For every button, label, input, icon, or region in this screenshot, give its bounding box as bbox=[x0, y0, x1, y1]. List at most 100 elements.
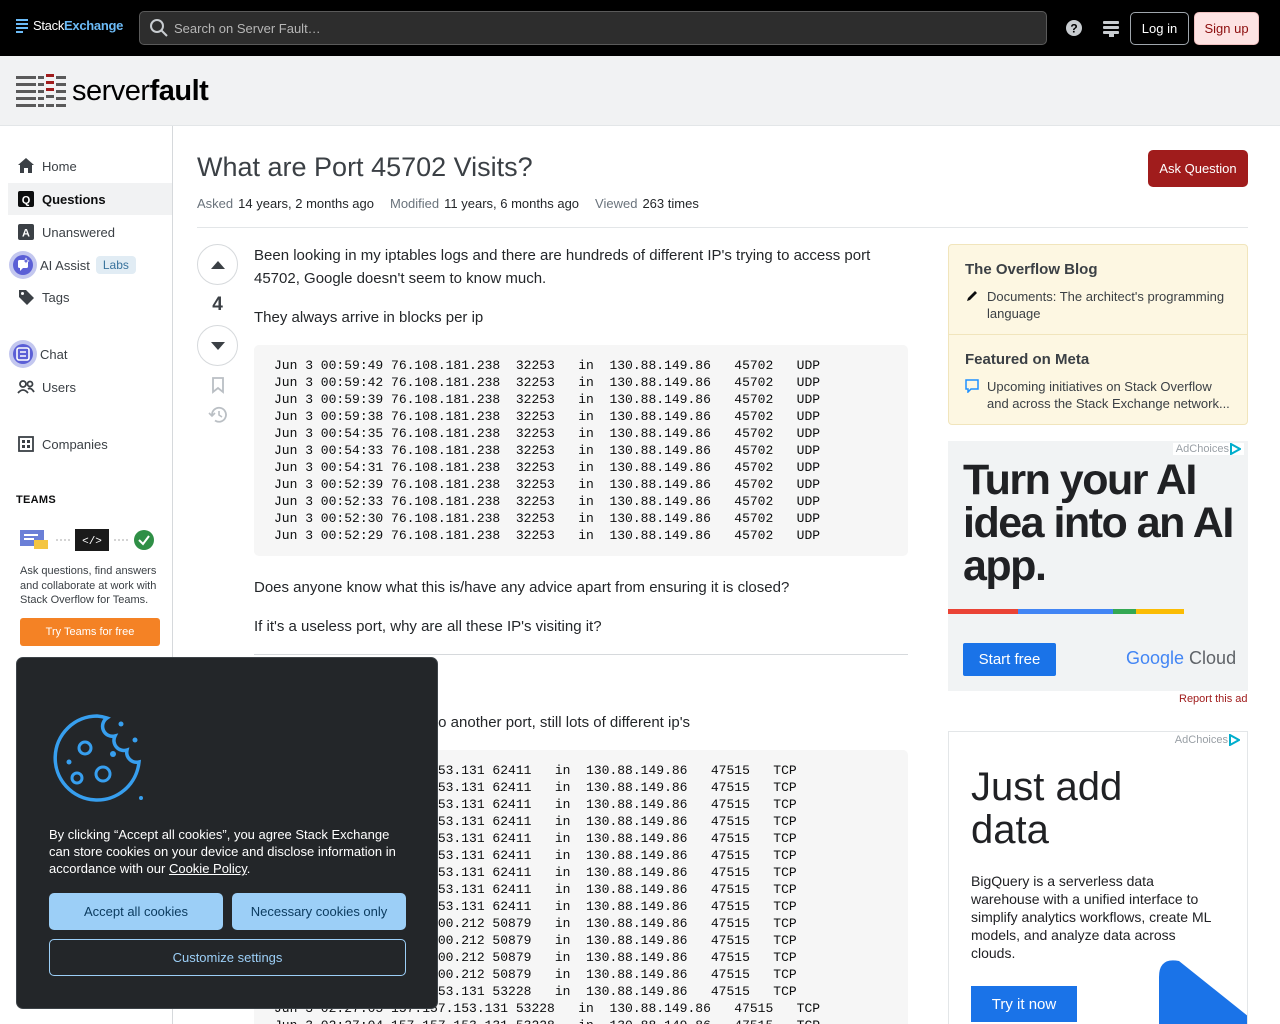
cloud-wordmark: Cloud bbox=[1184, 648, 1237, 668]
bigquery-ad[interactable]: AdChoices Just add data BigQuery is a se… bbox=[948, 731, 1248, 1024]
nav-unanswered-label: Unanswered bbox=[42, 224, 115, 240]
featured-meta-section: Featured on Meta Upcoming initiatives on… bbox=[949, 334, 1247, 424]
vote-count: 4 bbox=[212, 294, 223, 315]
necessary-cookies-button[interactable]: Necessary cookies only bbox=[232, 893, 406, 930]
meta-title: Featured on Meta bbox=[965, 351, 1090, 368]
companies-icon bbox=[18, 436, 34, 452]
logo-fault: fault bbox=[149, 75, 209, 107]
ad-color-bar bbox=[1018, 609, 1088, 614]
ad-color-bar bbox=[1136, 609, 1184, 614]
downvote-arrow-icon bbox=[210, 341, 225, 350]
brand-exchange: Exchange bbox=[64, 18, 124, 33]
downvote-button[interactable] bbox=[197, 325, 238, 366]
teams-illustration-icon: </> bbox=[20, 529, 154, 551]
adchoices-label[interactable]: AdChoices bbox=[1171, 734, 1243, 746]
nav-ai-assist-label: AI Assist bbox=[40, 257, 90, 273]
post-paragraph: Does anyone know what this is/have any a… bbox=[254, 579, 790, 596]
cookie-text-end: . bbox=[246, 861, 251, 876]
nav-unanswered[interactable]: A Unanswered bbox=[8, 216, 172, 248]
blog-item-text[interactable]: Documents: The architect's programming l… bbox=[987, 288, 1231, 322]
nav-users-label: Users bbox=[42, 379, 76, 395]
ad-headline: Just add data bbox=[971, 765, 1123, 852]
modified-value[interactable]: 11 years, 6 months ago bbox=[444, 196, 579, 211]
nav-tags-label: Tags bbox=[42, 289, 70, 305]
viewed-value: 263 times bbox=[642, 196, 699, 211]
nav-companies[interactable]: Companies bbox=[8, 428, 172, 460]
teams-heading: TEAMS bbox=[16, 494, 56, 506]
blog-item[interactable]: Documents: The architect's programming l… bbox=[949, 288, 1247, 334]
post-paragraph: If it's a useless port, why are all thes… bbox=[254, 618, 602, 635]
ad-color-bar bbox=[1113, 609, 1138, 614]
overflow-blog-widget: The Overflow Blog Documents: The archite… bbox=[948, 244, 1248, 425]
search-input[interactable] bbox=[174, 20, 974, 36]
meta-chat-icon bbox=[965, 379, 979, 393]
tag-icon bbox=[19, 290, 34, 305]
meta-item-text[interactable]: Upcoming initiatives on Stack Overflow a… bbox=[987, 378, 1231, 412]
signup-button[interactable]: Sign up bbox=[1194, 12, 1259, 45]
google-cloud-logo: Google Cloud bbox=[1126, 648, 1236, 669]
nav-companies-label: Companies bbox=[42, 436, 108, 452]
asked-value: 14 years, 2 months ago bbox=[238, 196, 374, 211]
ai-assist-icon bbox=[9, 251, 37, 279]
upvote-button[interactable] bbox=[197, 244, 238, 285]
stack-exchange-logo[interactable]: Stack Exchange bbox=[16, 18, 123, 33]
cookie-consent-dialog: By clicking “Accept all cookies”, you ag… bbox=[16, 657, 438, 1009]
adchoices-text: AdChoices bbox=[1175, 443, 1229, 455]
site-header: serverfault bbox=[0, 56, 1280, 126]
nav-users[interactable]: Users bbox=[8, 371, 172, 403]
svg-text:A: A bbox=[22, 228, 30, 240]
cookie-text: By clicking “Accept all cookies”, you ag… bbox=[49, 826, 409, 877]
history-icon[interactable] bbox=[207, 406, 228, 424]
modified-label: Modified bbox=[390, 196, 440, 211]
code-block: Jun 3 00:59:49 76.108.181.238 32253 in 1… bbox=[254, 345, 908, 556]
adchoices-text: AdChoices bbox=[1174, 734, 1228, 746]
help-icon[interactable]: ? bbox=[1064, 18, 1084, 38]
pencil-icon bbox=[967, 291, 977, 301]
question-meta: Asked 14 years, 2 months ago Modified 11 y… bbox=[197, 196, 715, 211]
try-it-now-button[interactable]: Try it now bbox=[971, 986, 1077, 1022]
bookmark-icon[interactable] bbox=[209, 376, 227, 394]
unanswered-icon: A bbox=[18, 224, 34, 240]
cookie-policy-link[interactable]: Cookie Policy bbox=[169, 861, 247, 876]
try-teams-button[interactable]: Try Teams for free bbox=[20, 618, 160, 646]
users-icon bbox=[17, 380, 35, 394]
brand-stack: Stack bbox=[33, 18, 65, 33]
edit-separator bbox=[254, 654, 908, 655]
ad-headline: Turn your AI idea into an AI app. bbox=[963, 456, 1234, 590]
question-title[interactable]: What are Port 45702 Visits? bbox=[197, 152, 533, 183]
svg-text:?: ? bbox=[1070, 22, 1077, 36]
labs-badge: Labs bbox=[95, 256, 136, 274]
google-cloud-ad[interactable]: AdChoices Turn your AI idea into an AI a… bbox=[948, 441, 1248, 691]
svg-text:Q: Q bbox=[22, 195, 31, 207]
accept-all-cookies-button[interactable]: Accept all cookies bbox=[49, 893, 223, 930]
google-wordmark: Google bbox=[1126, 648, 1185, 668]
nav-tags[interactable]: Tags bbox=[8, 281, 172, 313]
chat-icon bbox=[9, 340, 37, 368]
site-switcher-icon[interactable] bbox=[1101, 18, 1121, 38]
questions-icon: Q bbox=[18, 191, 34, 207]
search-box[interactable] bbox=[139, 11, 1047, 45]
cookie-icon bbox=[53, 714, 143, 802]
stack-exchange-icon bbox=[16, 18, 28, 33]
vote-cell: 4 bbox=[197, 244, 238, 424]
post-paragraph: Been looking in my iptables logs and the… bbox=[254, 247, 871, 287]
report-ad-link[interactable]: Report this ad bbox=[1179, 693, 1247, 705]
nav-home-label: Home bbox=[42, 158, 77, 174]
login-button[interactable]: Log in bbox=[1130, 12, 1189, 45]
nav-home[interactable]: Home bbox=[8, 150, 172, 182]
viewed-label: Viewed bbox=[595, 196, 638, 211]
svg-text:</>: </> bbox=[82, 536, 102, 548]
search-icon bbox=[150, 19, 168, 37]
nav-chat-label: Chat bbox=[40, 346, 68, 362]
teams-description: Ask questions, find answers and collabor… bbox=[20, 565, 157, 606]
customize-settings-button[interactable]: Customize settings bbox=[49, 939, 406, 976]
ask-question-button[interactable]: Ask Question bbox=[1148, 150, 1248, 187]
server-fault-logo[interactable]: serverfault bbox=[16, 74, 209, 107]
adchoices-label[interactable]: AdChoices bbox=[1172, 443, 1244, 455]
nav-questions[interactable]: Q Questions bbox=[8, 183, 172, 215]
nav-ai-assist[interactable]: AI Assist Labs bbox=[8, 249, 172, 281]
asked-label: Asked bbox=[197, 196, 234, 211]
nav-chat[interactable]: Chat bbox=[8, 338, 172, 370]
start-free-button[interactable]: Start free bbox=[963, 643, 1056, 676]
meta-item[interactable]: Upcoming initiatives on Stack Overflow a… bbox=[949, 378, 1247, 424]
